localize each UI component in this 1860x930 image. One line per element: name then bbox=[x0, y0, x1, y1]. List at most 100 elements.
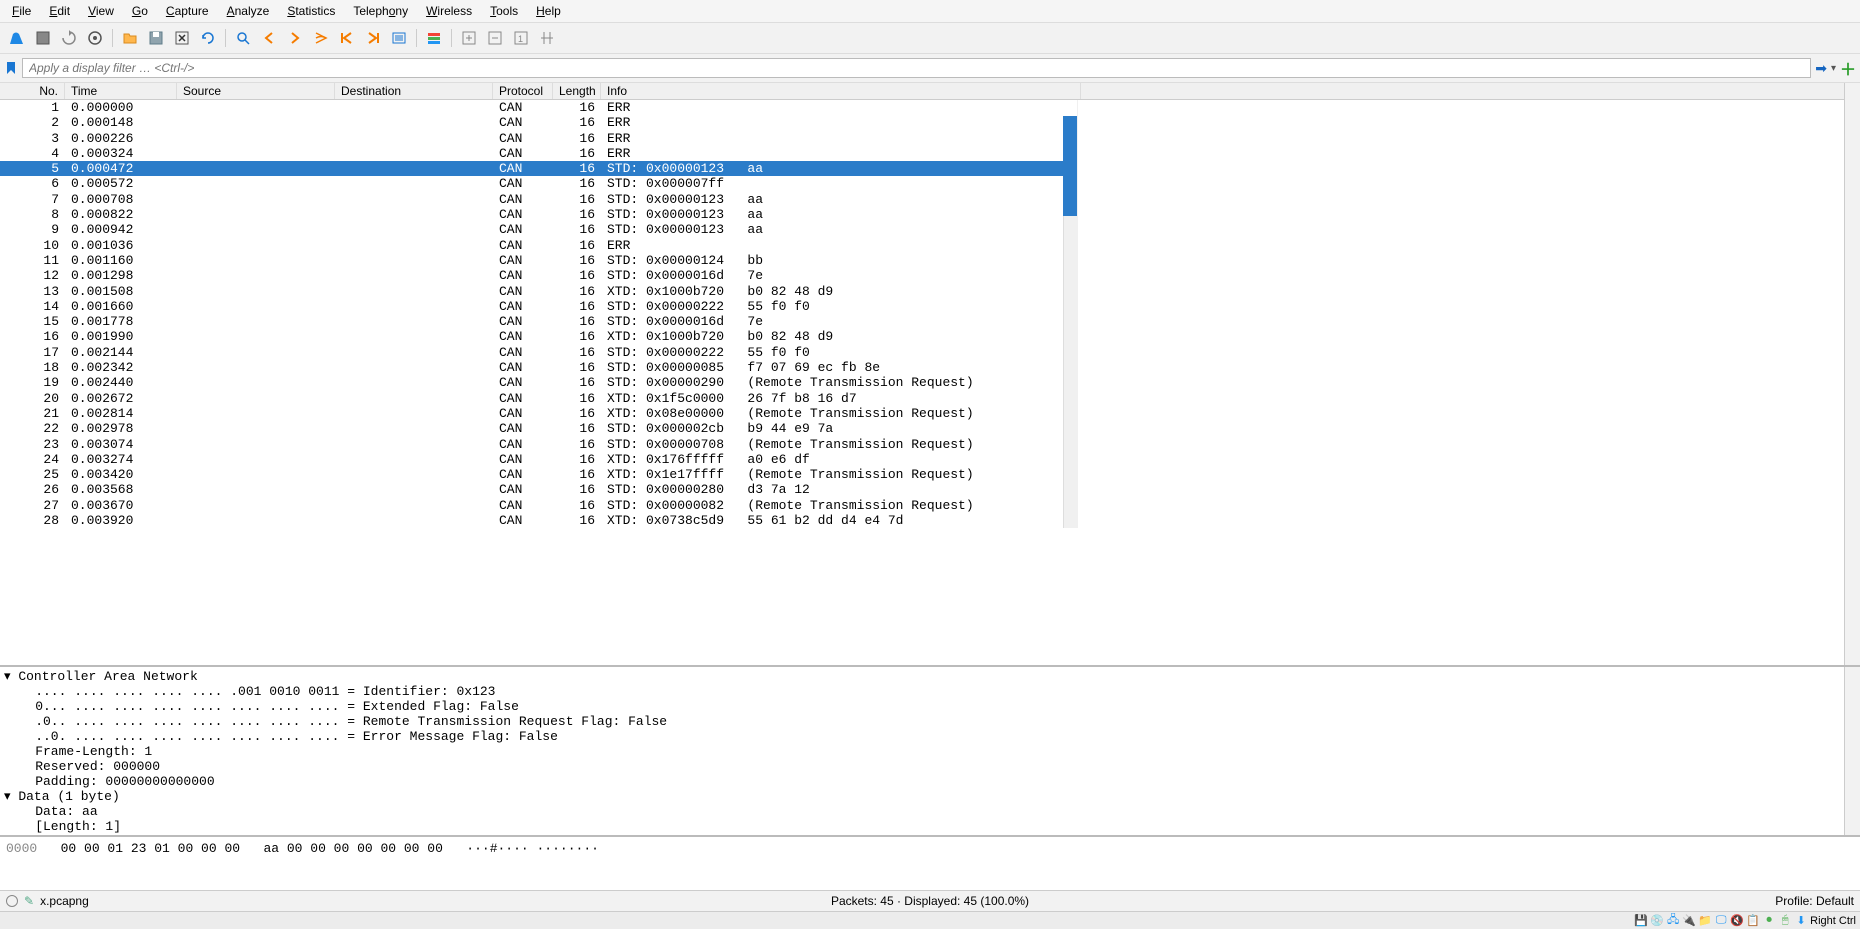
hex-offset: 0000 bbox=[6, 841, 37, 856]
menu-tools[interactable]: Tools bbox=[482, 2, 526, 20]
packet-row[interactable]: 30.000226CAN16ERR bbox=[0, 131, 1077, 146]
bookmark-icon[interactable] bbox=[4, 61, 18, 75]
packet-row[interactable]: 200.002672CAN16XTD: 0x1f5c0000 26 7f b8 … bbox=[0, 391, 1077, 406]
vm-usb-icon: 🔌 bbox=[1682, 914, 1696, 928]
resize-columns-icon[interactable] bbox=[536, 27, 558, 49]
packet-bytes-pane[interactable]: 0000 00 00 01 23 01 00 00 00 aa 00 00 00… bbox=[0, 837, 1860, 891]
apply-filter-icon[interactable]: ➡ bbox=[1815, 60, 1827, 77]
packet-row[interactable]: 110.001160CAN16STD: 0x00000124 bb bbox=[0, 253, 1077, 268]
packet-row[interactable]: 40.000324CAN16ERR bbox=[0, 146, 1077, 161]
packet-row[interactable]: 280.003920CAN16XTD: 0x0738c5d9 55 61 b2 … bbox=[0, 513, 1077, 528]
zoom-in-icon[interactable] bbox=[458, 27, 480, 49]
packet-row[interactable]: 150.001778CAN16STD: 0x0000016d 7e bbox=[0, 314, 1077, 329]
packet-row[interactable]: 50.000472CAN16STD: 0x00000123 aa bbox=[0, 161, 1077, 176]
packet-row[interactable]: 90.000942CAN16STD: 0x00000123 aa bbox=[0, 222, 1077, 237]
column-header-destination[interactable]: Destination bbox=[335, 83, 493, 99]
details-line[interactable]: [Length: 1] bbox=[2, 819, 1858, 834]
details-line[interactable]: .... .... .... .... .... .001 0010 0011 … bbox=[2, 684, 1858, 699]
stop-capture-icon[interactable] bbox=[32, 27, 54, 49]
details-line[interactable]: .0.. .... .... .... .... .... .... .... … bbox=[2, 714, 1858, 729]
details-line[interactable]: Reserved: 000000 bbox=[2, 759, 1858, 774]
packet-row[interactable]: 210.002814CAN16XTD: 0x08e00000 (Remote T… bbox=[0, 406, 1077, 421]
menu-telephony[interactable]: Telephony bbox=[345, 2, 416, 20]
packet-list-scrollbar[interactable] bbox=[1844, 83, 1860, 665]
menu-view[interactable]: View bbox=[80, 2, 122, 20]
menu-file[interactable]: File bbox=[4, 2, 39, 20]
packet-row[interactable]: 160.001990CAN16XTD: 0x1000b720 b0 82 48 … bbox=[0, 329, 1077, 344]
expert-info-icon[interactable] bbox=[6, 895, 18, 907]
details-line[interactable]: 0... .... .... .... .... .... .... .... … bbox=[2, 699, 1858, 714]
reload-icon[interactable] bbox=[197, 27, 219, 49]
edit-capture-comment-icon[interactable]: ✎ bbox=[24, 894, 34, 908]
packet-row[interactable]: 130.001508CAN16XTD: 0x1000b720 b0 82 48 … bbox=[0, 284, 1077, 299]
restart-capture-icon[interactable] bbox=[58, 27, 80, 49]
menu-edit[interactable]: Edit bbox=[41, 2, 78, 20]
details-line[interactable]: Frame-Length: 1 bbox=[2, 744, 1858, 759]
column-header-no[interactable]: No. bbox=[0, 83, 65, 99]
packet-row[interactable]: 10.000000CAN16ERR bbox=[0, 100, 1077, 115]
go-last-icon[interactable] bbox=[362, 27, 384, 49]
packet-row[interactable]: 260.003568CAN16STD: 0x00000280 d3 7a 12 bbox=[0, 482, 1077, 497]
packet-row[interactable]: 230.003074CAN16STD: 0x00000708 (Remote T… bbox=[0, 437, 1077, 452]
menu-analyze[interactable]: Analyze bbox=[219, 2, 278, 20]
packet-row[interactable]: 140.001660CAN16STD: 0x00000222 55 f0 f0 bbox=[0, 299, 1077, 314]
go-forward-icon[interactable] bbox=[284, 27, 306, 49]
details-scrollbar[interactable] bbox=[1844, 667, 1860, 835]
details-line[interactable]: ▾ Controller Area Network bbox=[2, 669, 1858, 684]
toolbar: 1 bbox=[0, 23, 1860, 54]
packet-row[interactable]: 270.003670CAN16STD: 0x00000082 (Remote T… bbox=[0, 498, 1077, 513]
vm-recording-icon: ⏺ bbox=[1762, 914, 1776, 928]
packet-row[interactable]: 60.000572CAN16STD: 0x000007ff bbox=[0, 176, 1077, 191]
display-filter-bar: ➡ ▾ ＋ bbox=[0, 54, 1860, 83]
statusbar: ✎ x.pcapng Packets: 45 · Displayed: 45 (… bbox=[0, 891, 1860, 911]
vm-statusbar: 💾 💿 🖧 🔌 📁 🖵 🔇 📋 ⏺ 🖱 ⬇ Right Ctrl bbox=[0, 911, 1860, 929]
packet-row[interactable]: 120.001298CAN16STD: 0x0000016d 7e bbox=[0, 268, 1077, 283]
add-filter-button-icon[interactable]: ＋ bbox=[1840, 56, 1856, 80]
details-line[interactable]: ..0. .... .... .... .... .... .... .... … bbox=[2, 729, 1858, 744]
packet-row[interactable]: 240.003274CAN16XTD: 0x176fffff a0 e6 df bbox=[0, 452, 1077, 467]
go-first-icon[interactable] bbox=[336, 27, 358, 49]
packet-row[interactable]: 80.000822CAN16STD: 0x00000123 aa bbox=[0, 207, 1077, 222]
vm-display-icon: 🖵 bbox=[1714, 914, 1728, 928]
details-line[interactable]: ▾ Data (1 byte) bbox=[2, 789, 1858, 804]
display-filter-input[interactable] bbox=[22, 58, 1811, 78]
packet-row[interactable]: 190.002440CAN16STD: 0x00000290 (Remote T… bbox=[0, 375, 1077, 390]
column-header-info[interactable]: Info bbox=[601, 83, 1081, 99]
details-line[interactable]: Padding: 00000000000000 bbox=[2, 774, 1858, 789]
menu-help[interactable]: Help bbox=[528, 2, 569, 20]
vm-mouse-icon: 🖱 bbox=[1778, 914, 1792, 928]
details-line[interactable]: Data: aa bbox=[2, 804, 1858, 819]
zoom-reset-icon[interactable]: 1 bbox=[510, 27, 532, 49]
menu-capture[interactable]: Capture bbox=[158, 2, 217, 20]
packet-row[interactable]: 180.002342CAN16STD: 0x00000085 f7 07 69 … bbox=[0, 360, 1077, 375]
packet-row[interactable]: 100.001036CAN16ERR bbox=[0, 238, 1077, 253]
packet-list-pane: No. Time Source Destination Protocol Len… bbox=[0, 83, 1860, 667]
column-header-time[interactable]: Time bbox=[65, 83, 177, 99]
go-to-packet-icon[interactable] bbox=[310, 27, 332, 49]
column-header-protocol[interactable]: Protocol bbox=[493, 83, 553, 99]
packet-row[interactable]: 220.002978CAN16STD: 0x000002cb b9 44 e9 … bbox=[0, 421, 1077, 436]
find-icon[interactable] bbox=[232, 27, 254, 49]
menu-go[interactable]: Go bbox=[124, 2, 156, 20]
open-file-icon[interactable] bbox=[119, 27, 141, 49]
packet-details-pane[interactable]: ▾ Controller Area Network .... .... ....… bbox=[0, 667, 1860, 837]
packet-row[interactable]: 70.000708CAN16STD: 0x00000123 aa bbox=[0, 192, 1077, 207]
shark-fin-icon[interactable] bbox=[6, 27, 28, 49]
capture-options-icon[interactable] bbox=[84, 27, 106, 49]
close-file-icon[interactable] bbox=[171, 27, 193, 49]
column-header-source[interactable]: Source bbox=[177, 83, 335, 99]
packet-row[interactable]: 170.002144CAN16STD: 0x00000222 55 f0 f0 bbox=[0, 345, 1077, 360]
go-back-icon[interactable] bbox=[258, 27, 280, 49]
menu-wireless[interactable]: Wireless bbox=[418, 2, 480, 20]
packet-list-nav-indicator[interactable] bbox=[1063, 116, 1077, 216]
zoom-out-icon[interactable] bbox=[484, 27, 506, 49]
save-file-icon[interactable] bbox=[145, 27, 167, 49]
profile-label[interactable]: Profile: Default bbox=[1238, 894, 1854, 908]
auto-scroll-icon[interactable] bbox=[388, 27, 410, 49]
packet-row[interactable]: 250.003420CAN16XTD: 0x1e17ffff (Remote T… bbox=[0, 467, 1077, 482]
colorize-icon[interactable] bbox=[423, 27, 445, 49]
menu-statistics[interactable]: Statistics bbox=[279, 2, 343, 20]
packet-row[interactable]: 20.000148CAN16ERR bbox=[0, 115, 1077, 130]
column-header-length[interactable]: Length bbox=[553, 83, 601, 99]
filter-history-dropdown[interactable]: ▾ bbox=[1831, 63, 1836, 74]
